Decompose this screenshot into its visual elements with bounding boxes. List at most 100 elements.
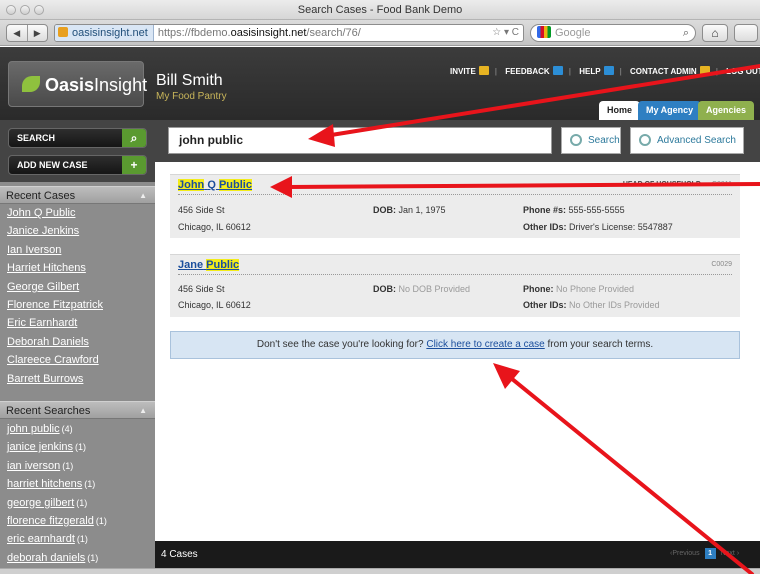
result-case-id: C0029 (711, 261, 732, 268)
prompt-suffix: from your search terms. (547, 339, 654, 350)
plus-icon: + (122, 156, 146, 174)
forward-icon[interactable]: ▶ (28, 25, 48, 41)
list-item[interactable]: Harriet Hitchens (0, 259, 155, 277)
recent-searches-header[interactable]: Recent Searches ▲ (0, 401, 155, 419)
url-text: https://fbdemo.oasisinsight.net/search/7… (154, 27, 361, 39)
tab-my-agency[interactable]: My Agency (638, 101, 702, 120)
create-case-link[interactable]: Click here to create a case (426, 339, 544, 350)
result-name-link[interactable]: Jane Public (178, 259, 240, 271)
advanced-search-button[interactable]: Advanced Search (630, 127, 744, 154)
pantry-name: My Food Pantry (156, 91, 227, 102)
case-count: 4 Cases (161, 549, 198, 560)
url-prefix: https://fbdemo. (157, 27, 231, 39)
user-name: Bill Smith (156, 72, 223, 89)
nav-feedback[interactable]: FEEDBACK (505, 66, 563, 76)
result-dob: DOB: Jan 1, 1975 (373, 205, 446, 215)
result-card-header: John Q Public HEAD OF HOUSEHOLD — C0011 (178, 179, 732, 195)
list-item[interactable]: Florence Fitzpatrick (0, 296, 155, 314)
list-item[interactable]: Clareece Crawford (0, 351, 155, 369)
result-phone: Phone #s: 555-555-5555 (523, 205, 625, 215)
site-identity[interactable]: oasisinsight.net (55, 25, 154, 41)
list-item[interactable]: harriet hitchens (1) (0, 475, 155, 493)
result-other-ids: Other IDs: No Other IDs Provided (523, 300, 660, 310)
list-item[interactable]: florence fitzgerald (1) (0, 512, 155, 530)
sidebar-search-button[interactable]: SEARCH ⌕ (8, 128, 147, 148)
window-title: Search Cases - Food Bank Demo (297, 4, 463, 16)
result-city: Chicago, IL 60612 (178, 222, 251, 232)
list-item[interactable]: george gilbert (1) (0, 494, 155, 512)
list-item[interactable]: John Q Public (0, 204, 155, 222)
browser-search-field[interactable]: Google ⌕ (530, 24, 696, 42)
create-case-prompt: Don't see the case you're looking for? C… (170, 331, 740, 359)
result-phone: Phone: No Phone Provided (523, 284, 635, 294)
home-icon[interactable]: ⌂ (702, 24, 728, 42)
result-name-link[interactable]: John Q Public (178, 179, 252, 191)
search-icon[interactable]: ⌕ (683, 25, 689, 41)
tab-home[interactable]: Home (599, 101, 641, 120)
logo-text: OasisInsight (45, 75, 148, 95)
browser-search-placeholder: Google (555, 27, 591, 39)
result-card: John Q Public HEAD OF HOUSEHOLD — C0011 … (170, 174, 740, 238)
search-button[interactable]: Search (561, 127, 621, 154)
result-other-ids: Other IDs: Driver's License: 5547887 (523, 222, 673, 232)
case-search-input[interactable]: john public (168, 127, 552, 154)
nav-buttons: ◀ ▶ (6, 24, 48, 42)
favicon-icon (58, 27, 68, 37)
toolbar-extra-button[interactable] (734, 24, 758, 42)
recent-cases-header[interactable]: Recent Cases ▲ (0, 186, 155, 204)
window-titlebar: Search Cases - Food Bank Demo (0, 0, 760, 20)
list-item[interactable]: eric earnhardt (1) (0, 530, 155, 548)
app-header: OasisInsight Bill Smith My Food Pantry I… (0, 47, 760, 120)
address-bar[interactable]: oasisinsight.net https://fbdemo.oasisinsi… (54, 24, 524, 42)
oasis-logo[interactable]: OasisInsight (8, 61, 148, 107)
tab-agencies[interactable]: Agencies (698, 101, 755, 120)
url-controls[interactable]: ☆ ▾ C (492, 25, 519, 41)
collapse-icon[interactable]: ▲ (139, 187, 147, 205)
url-path: /search/76/ (306, 27, 361, 39)
nav-contact-admin[interactable]: CONTACT ADMIN (630, 66, 710, 76)
url-host: oasisinsight.net (230, 27, 307, 39)
invite-icon (478, 66, 489, 75)
list-item[interactable]: Eric Earnhardt (0, 314, 155, 332)
nav-help[interactable]: HELP (579, 66, 614, 76)
list-item[interactable]: Janice Jenkins (0, 222, 155, 240)
back-icon[interactable]: ◀ (7, 25, 28, 41)
result-street: 456 Side St (178, 284, 225, 294)
search-icon: ⌕ (122, 129, 146, 147)
top-nav: INVITE | FEEDBACK | HELP | CONTACT ADMIN | L… (450, 66, 760, 76)
sidebar-actions: SEARCH ⌕ ADD NEW CASE + (0, 120, 155, 182)
nav-invite[interactable]: INVITE (450, 66, 489, 76)
result-street: 456 Side St (178, 205, 225, 215)
list-item[interactable]: Barrett Burrows (0, 370, 155, 388)
sidebar: SEARCH ⌕ ADD NEW CASE + Recent Cases ▲ John… (0, 120, 155, 574)
list-item[interactable]: john public (4) (0, 420, 155, 438)
add-new-case-button[interactable]: ADD NEW CASE + (8, 155, 147, 175)
search-icon (570, 134, 582, 146)
list-item[interactable]: deborah daniels (1) (0, 549, 155, 567)
site-domain: oasisinsight.net (72, 27, 148, 39)
leaf-icon (22, 76, 40, 92)
feedback-icon (552, 66, 563, 75)
list-item[interactable]: janice jenkins (1) (0, 438, 155, 456)
current-page[interactable]: 1 (704, 548, 716, 559)
list-item[interactable]: ian iverson (1) (0, 457, 155, 475)
result-card-header: Jane Public C0029 (178, 259, 732, 275)
recent-searches-list: john public (4) janice jenkins (1) ian ive… (0, 420, 155, 567)
list-item[interactable]: George Gilbert (0, 278, 155, 296)
browser-toolbar: ◀ ▶ oasisinsight.net https://fbdemo.oasis… (0, 20, 760, 46)
nav-logout[interactable]: LOG OUT (726, 67, 760, 76)
prev-page-link[interactable]: ‹Previous (670, 550, 700, 557)
result-role: HEAD OF HOUSEHOLD — C0011 (622, 181, 732, 188)
recent-cases-list: John Q Public Janice Jenkins Ian Iverson… (0, 204, 155, 388)
result-city: Chicago, IL 60612 (178, 300, 251, 310)
collapse-icon[interactable]: ▲ (139, 402, 147, 420)
results-footer: 4 Cases ‹Previous 1 Next › (155, 541, 760, 568)
prompt-prefix: Don't see the case you're looking for? (256, 339, 424, 350)
next-page-link[interactable]: Next › (720, 550, 739, 557)
list-item[interactable]: Deborah Daniels (0, 333, 155, 351)
list-item[interactable]: Ian Iverson (0, 241, 155, 259)
google-icon (537, 26, 551, 38)
browser-statusbar (0, 568, 760, 574)
arrowhead-icon (493, 363, 520, 389)
result-dob: DOB: No DOB Provided (373, 284, 471, 294)
